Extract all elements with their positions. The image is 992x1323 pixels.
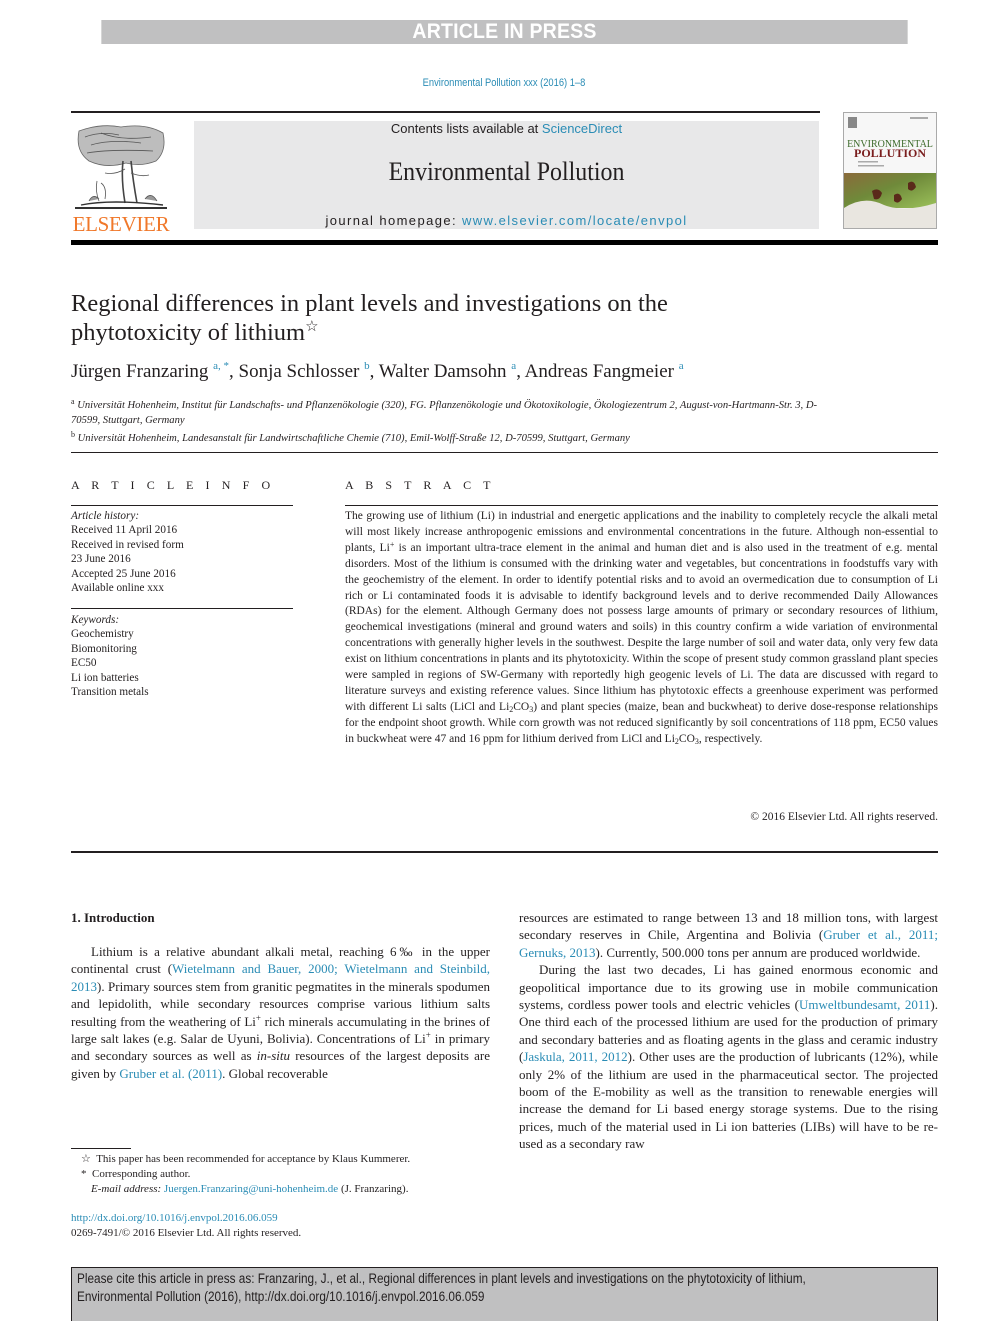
keyword-item: Transition metals (71, 686, 149, 699)
citation-link[interactable]: Gruber et al. (2011) (119, 1066, 222, 1081)
author-affiliation-mark[interactable]: a (679, 360, 684, 372)
footnote-text: Corresponding author. (92, 1168, 191, 1180)
footnote-star-icon: ☆ (81, 1153, 91, 1165)
article-info-heading: A R T I C L E I N F O (71, 478, 275, 492)
affiliation-mark: a (71, 397, 75, 406)
section-heading-introduction: 1. Introduction (71, 910, 155, 925)
history-item: Accepted 25 June 2016 (71, 567, 176, 580)
email-suffix: (J. Franzaring). (338, 1183, 409, 1195)
footnote-item: * Corresponding author. (71, 1167, 491, 1182)
contents-availability-line: Contents lists available at ScienceDirec… (194, 121, 819, 136)
journal-homepage-link[interactable]: www.elsevier.com/locate/envpol (462, 213, 688, 228)
author-affiliation-mark[interactable]: a, * (213, 360, 229, 372)
affiliation-mark: b (71, 430, 75, 439)
history-item: Available online xxx (71, 582, 164, 595)
body-column-left: Lithium is a relative abundant alkali me… (71, 943, 490, 1082)
citation-line: Please cite this article in press as: Fr… (77, 1271, 806, 1286)
cover-publisher-logo-icon (848, 117, 857, 128)
abstract-heading: A B S T R A C T (345, 478, 496, 492)
article-in-press-banner: ARTICLE IN PRESS (101, 20, 908, 44)
keyword-item: EC50 (71, 657, 97, 670)
footnotes: ☆ This paper has been recommended for ac… (71, 1152, 491, 1197)
title-footnote-star-icon[interactable]: ☆ (305, 319, 318, 335)
text-segment: . Global recoverable (222, 1065, 328, 1081)
journal-cover-thumbnail[interactable]: ENVIRONMENTAL POLLUTION (843, 112, 937, 229)
text-segment: ). Currently, 500.000 tons per annum are… (595, 944, 921, 960)
citation-line: Environmental Pollution (2016), http://d… (77, 1288, 485, 1304)
history-item: Received 11 April 2016 (71, 524, 178, 537)
doi-block: http://dx.doi.org/10.1016/j.envpol.2016.… (71, 1211, 491, 1241)
abstract-segment: CO (678, 732, 695, 745)
citation-link[interactable]: Umweltbundesamt, 2011 (799, 997, 930, 1012)
affiliation-text: Universität Hohenheim, Institut für Land… (71, 400, 818, 426)
journal-reference-link[interactable]: Environmental Pollution xxx (2016) 1–8 (76, 77, 933, 89)
paragraph: Lithium is a relative abundant alkali me… (71, 943, 490, 1082)
issn-copyright: 0269-7491/© 2016 Elsevier Ltd. All right… (71, 1227, 302, 1239)
keywords: Keywords: Geochemistry Biomonitoring EC5… (71, 613, 293, 699)
author-name[interactable]: Andreas Fangmeier (525, 361, 674, 382)
paragraph: During the last two decades, Li has gain… (519, 961, 938, 1152)
article-title-line2: phytotoxicity of lithium (71, 319, 306, 346)
body-column-right: resources are estimated to range between… (519, 909, 938, 1153)
keywords-heading: Keywords: (71, 614, 120, 626)
divider (71, 505, 293, 506)
keyword-item: Li ion batteries (71, 671, 139, 684)
author-name[interactable]: Walter Damsohn (379, 361, 507, 382)
author-list: Jürgen Franzaring a, *, Sonja Schlosser … (71, 360, 684, 382)
doi-link[interactable]: http://dx.doi.org/10.1016/j.envpol.2016.… (71, 1212, 278, 1224)
affiliations: a Universität Hohenheim, Institut für La… (71, 395, 831, 447)
history-item: 23 June 2016 (71, 553, 131, 566)
history-item: Received in revised form (71, 538, 184, 551)
paragraph: resources are estimated to range between… (519, 909, 938, 961)
author-name[interactable]: Jürgen Franzaring (71, 361, 208, 382)
article-history-heading: Article history: (71, 510, 140, 522)
affiliation-item: a Universität Hohenheim, Institut für La… (71, 395, 831, 428)
abstract-segment: , respectively. (698, 732, 763, 745)
text-segment: ). Other uses are the production of lubr… (519, 1049, 938, 1152)
sciencedirect-link[interactable]: ScienceDirect (542, 121, 622, 136)
affiliation-item: b Universität Hohenheim, Landesanstalt f… (71, 428, 831, 447)
abstract-segment: CO (513, 700, 530, 713)
italic-term: in-situ (256, 1048, 291, 1064)
keyword-item: Biomonitoring (71, 642, 137, 655)
header-top-rule (71, 111, 820, 113)
contents-prefix: Contents lists available at (390, 121, 542, 136)
article-history: Article history: Received 11 April 2016 … (71, 509, 293, 595)
divider (71, 608, 293, 609)
author-email-link[interactable]: Juergen.Franzaring@uni-hohenheim.de (164, 1183, 338, 1195)
cite-this-article-box: Please cite this article in press as: Fr… (71, 1267, 938, 1321)
abstract-segment: is an important ultra-trace element in t… (345, 541, 938, 713)
author-name[interactable]: Sonja Schlosser (239, 361, 360, 382)
footnote-divider (71, 1148, 131, 1149)
abstract-text: The growing use of lithium (Li) in indus… (345, 509, 938, 748)
divider (71, 452, 938, 453)
abstract-copyright: © 2016 Elsevier Ltd. All rights reserved… (750, 811, 938, 823)
email-label: E-mail address: (91, 1183, 164, 1195)
footnote-item: ☆ This paper has been recommended for ac… (71, 1152, 491, 1167)
affiliation-text: Universität Hohenheim, Landesanstalt für… (77, 433, 630, 444)
journal-title: Environmental Pollution (388, 157, 625, 186)
header-bottom-rule (71, 240, 938, 245)
footnote-email: E-mail address: Juergen.Franzaring@uni-h… (71, 1182, 491, 1197)
article-title: Regional differences in plant levels and… (71, 289, 831, 347)
divider (345, 505, 938, 506)
journal-homepage-line: journal homepage: www.elsevier.com/locat… (194, 213, 819, 228)
footnote-text: This paper has been recommended for acce… (96, 1153, 411, 1165)
article-title-line1: Regional differences in plant levels and… (71, 290, 668, 317)
citation-link[interactable]: Jaskula, 2011, 2012 (523, 1049, 627, 1064)
homepage-prefix: journal homepage: (325, 213, 462, 228)
footnote-asterisk-icon: * (81, 1168, 87, 1180)
cover-title-line2: POLLUTION (854, 146, 926, 160)
keyword-item: Geochemistry (71, 628, 134, 641)
elsevier-wordmark: ELSEVIER (72, 212, 170, 236)
divider (71, 851, 938, 853)
